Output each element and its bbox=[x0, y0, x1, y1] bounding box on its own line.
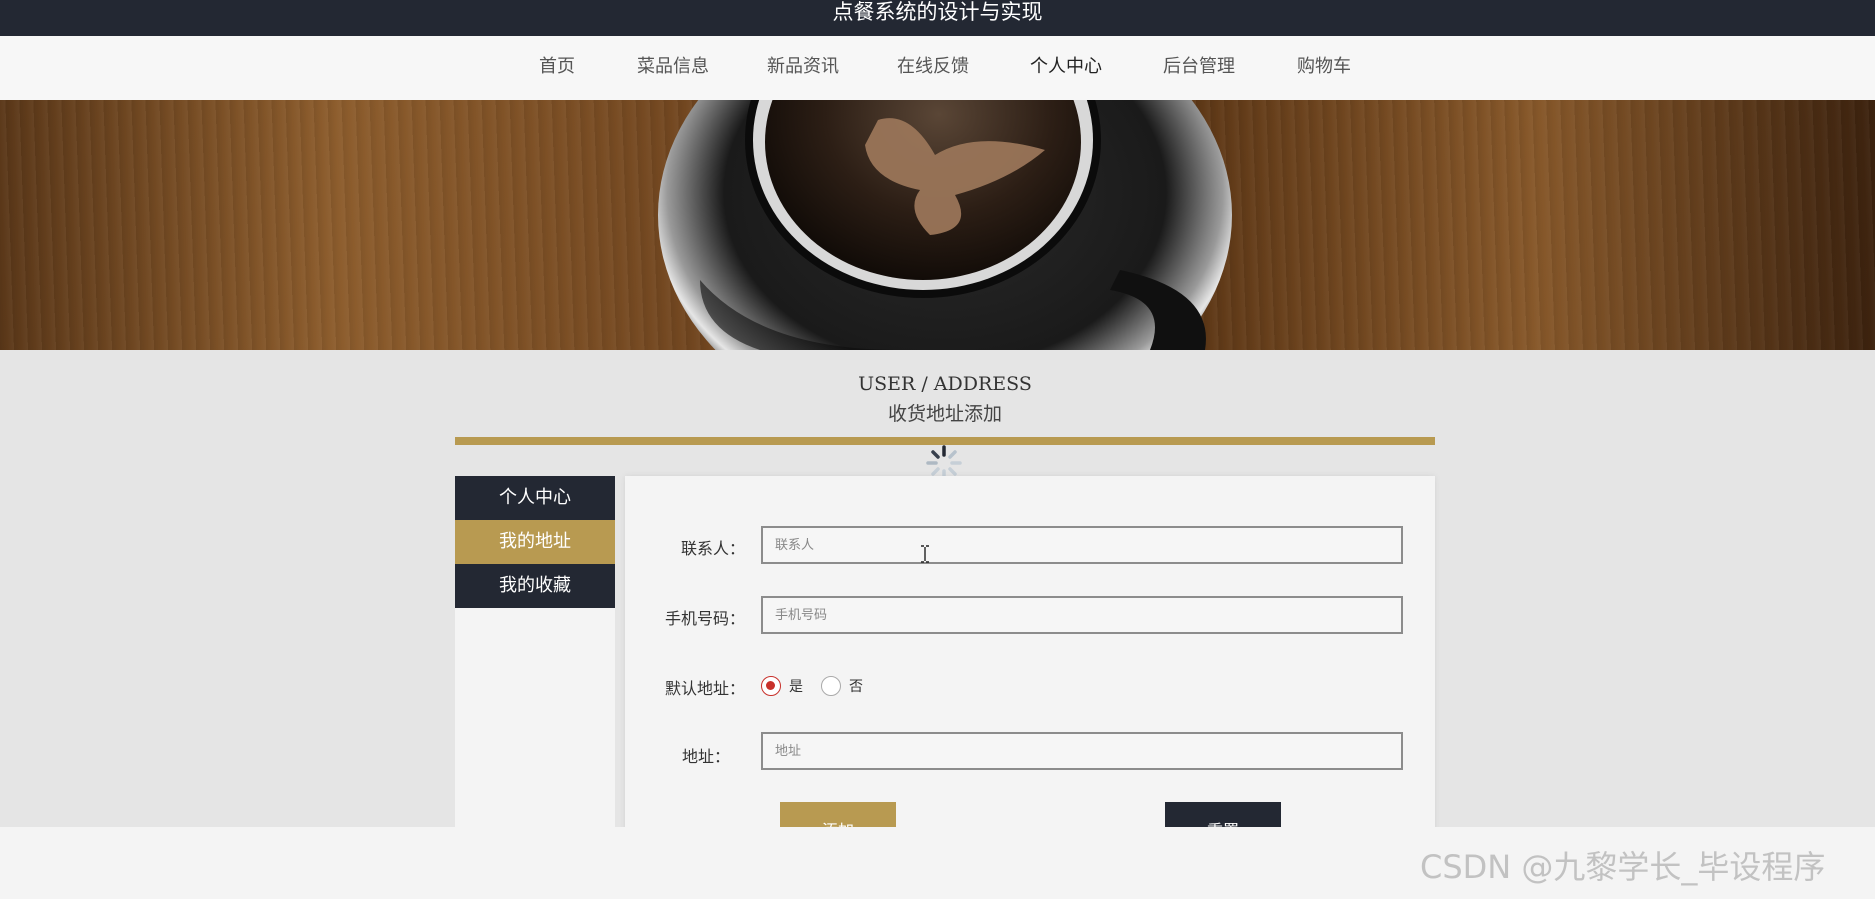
nav-news-label: 新品资讯 bbox=[767, 56, 839, 77]
radio-option-yes[interactable]: 是 bbox=[761, 676, 803, 696]
radio-no-label: 否 bbox=[849, 679, 863, 695]
section-title-en: USER / ADDRESS bbox=[858, 373, 1032, 395]
nav-cart-label: 购物车 bbox=[1297, 56, 1351, 77]
phone-input[interactable] bbox=[761, 596, 1403, 634]
sidebar-item-user-center[interactable]: 个人中心 bbox=[455, 476, 615, 520]
address-form-panel: 联系人： 手机号码： 默认地址： 是 否 地址： 添加 重置 bbox=[625, 476, 1435, 827]
nav-admin-label: 后台管理 bbox=[1163, 56, 1235, 77]
radio-yes-label: 是 bbox=[789, 679, 803, 695]
section-title-zh: 收货地址添加 bbox=[887, 403, 1002, 425]
nav-menu-info-label: 菜品信息 bbox=[637, 56, 709, 77]
contact-input[interactable] bbox=[761, 526, 1403, 564]
add-button[interactable]: 添加 bbox=[780, 802, 896, 827]
radio-option-no[interactable]: 否 bbox=[821, 676, 863, 696]
sidebar-item-my-favorites[interactable]: 我的收藏 bbox=[455, 564, 615, 608]
radio-unchecked-icon[interactable] bbox=[821, 676, 841, 696]
main-nav: 首页 菜品信息 新品资讯 在线反馈 个人中心 后台管理 购物车 bbox=[0, 36, 1875, 126]
radio-checked-icon[interactable] bbox=[761, 676, 781, 696]
watermark-text: CSDN @九黎学长_毕设程序 bbox=[1420, 848, 1826, 886]
nav-home-label: 首页 bbox=[539, 56, 575, 77]
contact-label: 联系人： bbox=[680, 539, 745, 558]
site-title-bar: 点餐系统的设计与实现 bbox=[0, 0, 1875, 36]
phone-label: 手机号码： bbox=[664, 609, 745, 628]
text-cursor-icon bbox=[920, 545, 930, 567]
user-sidebar: 个人中心 我的地址 我的收藏 bbox=[455, 476, 615, 827]
nav-feedback-label: 在线反馈 bbox=[897, 56, 969, 77]
coffee-cup-illustration bbox=[658, 100, 1232, 350]
default-address-radio-group: 是 否 bbox=[761, 674, 881, 698]
address-input[interactable] bbox=[761, 732, 1403, 770]
default-address-label: 默认地址： bbox=[664, 679, 745, 698]
sidebar-item-my-address[interactable]: 我的地址 bbox=[455, 520, 615, 564]
reset-button[interactable]: 重置 bbox=[1165, 802, 1281, 827]
hero-banner bbox=[0, 100, 1875, 350]
browser-viewport: 点餐系统的设计与实现 首页 菜品信息 新品资讯 在线反馈 个人中心 后台管理 购… bbox=[0, 0, 1875, 827]
address-label: 地址： bbox=[681, 747, 730, 766]
site-title: 点餐系统的设计与实现 bbox=[832, 0, 1043, 24]
nav-user-center-label: 个人中心 bbox=[1030, 56, 1102, 77]
